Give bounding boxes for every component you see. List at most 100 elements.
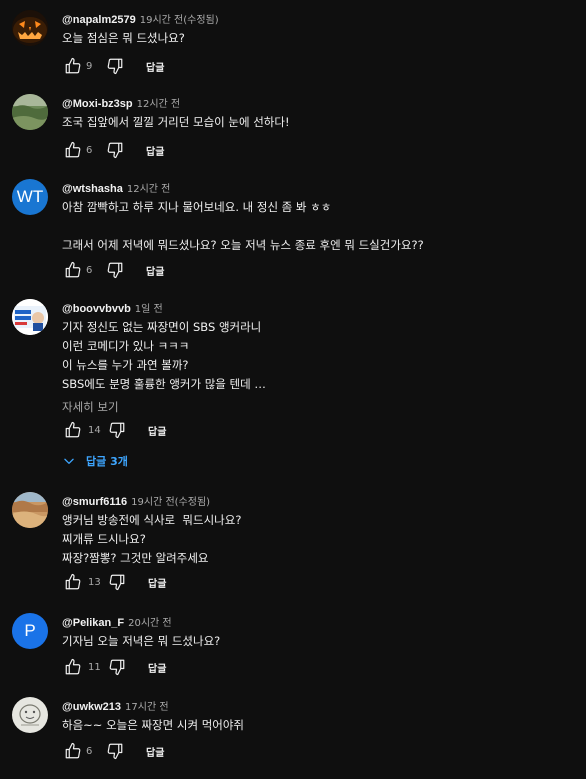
like-button[interactable] (62, 656, 84, 678)
like-count: 6 (86, 264, 93, 276)
comment-item: P @Pelikan_F 20시간 전 기자님 오늘 저녁은 뭐 드셨나요? 11… (0, 613, 586, 683)
thumbs-down-icon (109, 574, 125, 591)
like-count: 6 (86, 745, 93, 757)
comment-line: 짜장?짬뽕? 그것만 알려주세요 (62, 551, 209, 565)
like-count: 6 (86, 144, 93, 156)
comment-item: @napalm2579 19시간 전(수정됨) 오늘 점심은 뭐 드셨나요? 9 … (0, 10, 586, 80)
letter-avatar[interactable]: WT (12, 179, 48, 215)
thumbs-up-icon (65, 742, 81, 759)
comment-text: 앵커님 방송전에 식사로 뭐드시나요? 찌개류 드시나요? 짜장?짬뽕? 그것만… (62, 511, 572, 568)
like-button[interactable] (62, 55, 84, 77)
comment-author[interactable]: @boovvbvvb (62, 303, 131, 315)
comment-line: 기자 정신도 없는 짜장면이 SBS 앵커라니 (62, 320, 262, 334)
reply-button[interactable]: 답글 (148, 423, 166, 438)
comment-timestamp[interactable]: 19시간 전(수정됨) (140, 15, 219, 26)
comment-actions: 14 답글 (62, 419, 166, 441)
comment-timestamp[interactable]: 12시간 전 (127, 184, 171, 195)
comment-author[interactable]: @napalm2579 (62, 14, 136, 26)
thumbs-down-icon (109, 659, 125, 676)
comment-line (62, 217, 572, 236)
sketch-drawing-avatar[interactable] (12, 697, 48, 733)
like-count: 11 (88, 661, 101, 673)
letter-avatar[interactable]: P (12, 613, 48, 649)
campaign-poster-avatar[interactable] (12, 299, 48, 335)
comment-line: 기자님 오늘 저녁은 뭐 드셨나요? (62, 634, 221, 648)
comment-line: 이 뉴스를 누가 과연 볼까? (62, 358, 189, 372)
thumbs-up-icon (65, 57, 81, 74)
jack-o-lantern-avatar[interactable] (12, 10, 48, 46)
like-button[interactable] (62, 259, 84, 281)
thumbs-up-icon (65, 141, 81, 158)
dislike-button[interactable] (104, 55, 126, 77)
comment-timestamp[interactable]: 17시간 전 (125, 702, 169, 713)
comment-text: 기자 정신도 없는 짜장면이 SBS 앵커라니 이런 코메디가 있나 ㅋㅋㅋ 이… (62, 318, 572, 394)
like-count: 9 (86, 60, 93, 72)
reply-button[interactable]: 답글 (146, 263, 164, 278)
dislike-button[interactable] (106, 571, 128, 593)
comment-line: 찌개류 드시나요? (62, 532, 146, 546)
comment-author[interactable]: @smurf6116 (62, 496, 127, 508)
comment-author[interactable]: @Pelikan_F (62, 617, 124, 629)
reply-button[interactable]: 답글 (148, 575, 166, 590)
comment-actions: 9 답글 (62, 55, 164, 77)
comment-actions: 11 답글 (62, 656, 166, 678)
thumbs-down-icon (107, 262, 123, 279)
like-count: 14 (88, 424, 101, 436)
comment-actions: 6 답글 (62, 740, 164, 762)
comment-item: @smurf6116 19시간 전(수정됨) 앵커님 방송전에 식사로 뭐드시나요… (0, 492, 586, 602)
comment-actions: 6 답글 (62, 259, 164, 281)
comment-line: 아참 깜빡하고 하루 지나 물어보네요. 내 정신 좀 봐 ㅎㅎ (62, 200, 332, 214)
comment-line: 앵커님 방송전에 식사로 뭐드시나요? (62, 513, 242, 527)
comment-item: @boovvbvvb 1일 전 기자 정신도 없는 짜장면이 SBS 앵커라니 이… (0, 299, 586, 474)
landscape-photo-avatar[interactable] (12, 94, 48, 130)
reply-button[interactable]: 답글 (148, 660, 166, 675)
dislike-button[interactable] (104, 139, 126, 161)
comment-timestamp[interactable]: 19시간 전(수정됨) (131, 497, 210, 508)
comment-timestamp[interactable]: 12시간 전 (137, 99, 181, 110)
dislike-button[interactable] (104, 740, 126, 762)
comment-text: 기자님 오늘 저녁은 뭐 드셨나요? (62, 632, 572, 651)
comment-timestamp[interactable]: 1일 전 (135, 304, 163, 315)
like-button[interactable] (62, 419, 84, 441)
comment-text: 조국 집앞에서 낄낄 거리던 모습이 눈에 선하다! (62, 113, 572, 132)
dislike-button[interactable] (106, 656, 128, 678)
reply-button[interactable]: 답글 (146, 59, 164, 74)
thumbs-down-icon (107, 142, 123, 159)
comment-line: 하음~~ 오늘은 짜장면 시켜 먹어야쥐 (62, 718, 245, 732)
comment-author[interactable]: @uwkw213 (62, 701, 121, 713)
comment-line: 조국 집앞에서 낄낄 거리던 모습이 눈에 선하다! (62, 115, 290, 129)
replies-count-label: 답글 3개 (86, 455, 128, 468)
read-more-link[interactable]: 자세히 보기 (62, 398, 572, 417)
like-button[interactable] (62, 571, 84, 593)
comment-text: 오늘 점심은 뭐 드셨나요? (62, 29, 572, 48)
comment-list: @napalm2579 19시간 전(수정됨) 오늘 점심은 뭐 드셨나요? 9 … (0, 0, 586, 779)
comment-actions: 13 답글 (62, 571, 166, 593)
view-replies-button[interactable]: 답글 3개 (62, 450, 128, 472)
thumbs-down-icon (109, 422, 125, 439)
comment-line: 이런 코메디가 있나 ㅋㅋㅋ (62, 339, 190, 353)
comment-item: WT @wtshasha 12시간 전 아참 깜빡하고 하루 지나 물어보네요. … (0, 179, 586, 279)
thumbs-up-icon (65, 421, 81, 438)
comment-text: 하음~~ 오늘은 짜장면 시켜 먹어야쥐 (62, 716, 572, 735)
comment-line: 오늘 점심은 뭐 드셨나요? (62, 31, 185, 45)
comment-line: SBS에도 분명 훌륭한 앵커가 많을 텐데 … (62, 377, 266, 391)
dislike-button[interactable] (104, 259, 126, 281)
thumbs-down-icon (107, 58, 123, 75)
desert-photo-avatar[interactable] (12, 492, 48, 528)
thumbs-up-icon (65, 658, 81, 675)
thumbs-down-icon (107, 743, 123, 760)
comment-author[interactable]: @Moxi-bz3sp (62, 98, 133, 110)
like-button[interactable] (62, 740, 84, 762)
like-count: 13 (88, 576, 101, 588)
thumbs-up-icon (65, 261, 81, 278)
reply-button[interactable]: 답글 (146, 744, 164, 759)
comment-text: 아참 깜빡하고 하루 지나 물어보네요. 내 정신 좀 봐 ㅎㅎ 그래서 어제 … (62, 198, 572, 255)
comment-author[interactable]: @wtshasha (62, 183, 123, 195)
reply-button[interactable]: 답글 (146, 143, 164, 158)
comment-actions: 6 답글 (62, 139, 164, 161)
comment-timestamp[interactable]: 20시간 전 (128, 618, 172, 629)
thumbs-up-icon (65, 573, 81, 590)
dislike-button[interactable] (106, 419, 128, 441)
like-button[interactable] (62, 139, 84, 161)
chevron-down-icon (64, 458, 74, 464)
